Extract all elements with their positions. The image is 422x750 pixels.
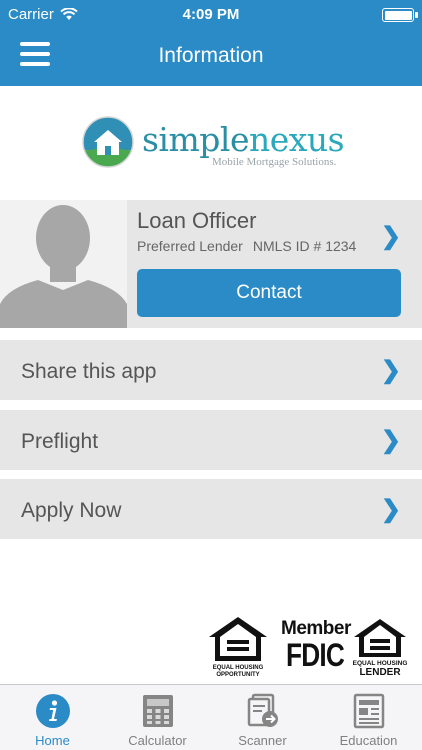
chevron-right-icon: ❯ bbox=[380, 496, 401, 523]
newspaper-icon bbox=[353, 693, 384, 729]
row-label: Share this app bbox=[21, 360, 157, 383]
house-logo-icon bbox=[82, 116, 134, 168]
officer-name: Loan Officer bbox=[137, 208, 257, 233]
navigation-bar: Carrier 4:09 PM Information bbox=[0, 0, 422, 86]
loan-officer-card[interactable]: Loan Officer Preferred Lender NMLS ID # 1… bbox=[0, 200, 422, 328]
brand-name: simplenexus bbox=[142, 120, 345, 159]
person-silhouette-icon bbox=[0, 205, 127, 328]
share-app-row[interactable]: Share this app ❯ bbox=[0, 340, 422, 400]
svg-text:EQUAL HOUSING: EQUAL HOUSING bbox=[353, 660, 408, 667]
status-bar: Carrier 4:09 PM bbox=[0, 0, 422, 30]
page-title: Information bbox=[158, 44, 264, 67]
brand-tagline: Mobile Mortgage Solutions. bbox=[212, 156, 337, 168]
compliance-badges: EQUAL HOUSING OPPORTUNITY Member FDIC EQ… bbox=[207, 615, 417, 677]
tab-bar: Home Calculator Scanner Education bbox=[0, 684, 422, 750]
calculator-icon bbox=[142, 695, 173, 727]
equal-housing-lender-logo: EQUAL HOUSING LENDER bbox=[353, 619, 408, 677]
tab-label: Scanner bbox=[238, 733, 287, 748]
tab-label: Calculator bbox=[128, 733, 187, 748]
status-time: 4:09 PM bbox=[182, 6, 240, 23]
contact-button[interactable]: Contact bbox=[137, 269, 401, 317]
officer-role: Preferred Lender bbox=[137, 238, 243, 254]
chevron-right-icon[interactable]: ❯ bbox=[381, 222, 401, 251]
svg-text:EQUAL HOUSING: EQUAL HOUSING bbox=[213, 665, 264, 671]
scanner-icon bbox=[247, 693, 278, 727]
tab-education[interactable]: Education bbox=[316, 685, 421, 750]
officer-nmls: NMLS ID # 1234 bbox=[252, 238, 357, 254]
tab-label: Education bbox=[339, 733, 398, 748]
avatar bbox=[0, 200, 127, 328]
tab-scanner[interactable]: Scanner bbox=[210, 685, 315, 750]
chevron-right-icon: ❯ bbox=[380, 357, 401, 384]
simplenexus-logo: simplenexus Mobile Mortgage Solutions. bbox=[82, 116, 345, 172]
battery-icon bbox=[382, 8, 418, 22]
chevron-right-icon: ❯ bbox=[380, 427, 401, 454]
row-label: Preflight bbox=[21, 430, 99, 453]
info-icon bbox=[35, 694, 70, 728]
svg-text:LENDER: LENDER bbox=[359, 667, 401, 677]
preflight-row[interactable]: Preflight ❯ bbox=[0, 410, 422, 470]
equal-housing-opportunity-logo: EQUAL HOUSING OPPORTUNITY bbox=[209, 617, 267, 677]
tab-home[interactable]: Home bbox=[0, 685, 105, 750]
tab-calculator[interactable]: Calculator bbox=[105, 685, 210, 750]
information-screen: Carrier 4:09 PM Information simplenexus … bbox=[0, 0, 422, 750]
svg-text:OPPORTUNITY: OPPORTUNITY bbox=[216, 672, 259, 677]
officer-details: Preferred Lender NMLS ID # 1234 bbox=[137, 238, 356, 254]
row-label: Apply Now bbox=[21, 499, 122, 522]
tab-label: Home bbox=[35, 733, 70, 748]
fdic-member-logo: Member FDIC bbox=[281, 618, 351, 673]
apply-now-row[interactable]: Apply Now ❯ bbox=[0, 479, 422, 539]
